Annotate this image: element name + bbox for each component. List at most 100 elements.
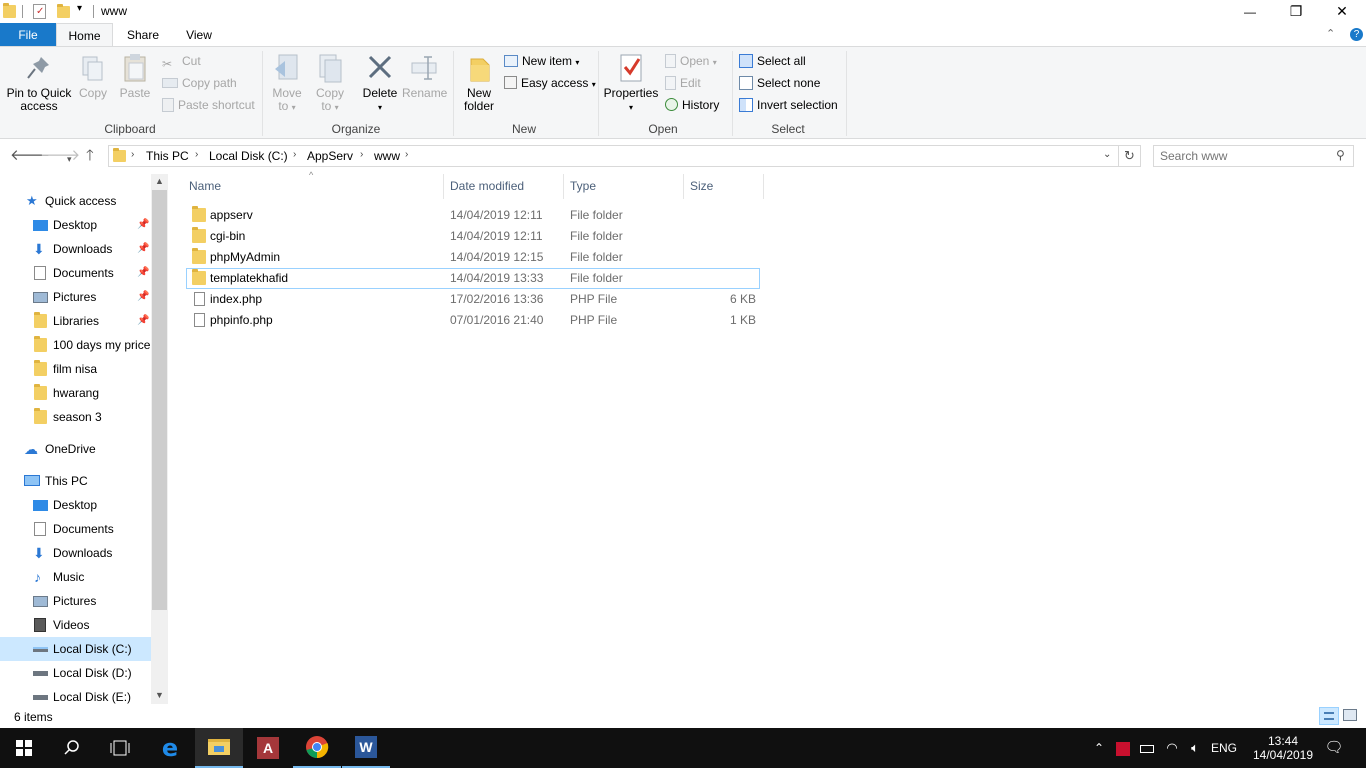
address-bar[interactable]: › This PC › Local Disk (C:) › AppServ › … [108, 145, 1119, 167]
tab-share[interactable]: Share [119, 23, 167, 47]
tab-home[interactable]: Home [56, 23, 113, 48]
nav-item-hwarang[interactable]: hwarang [0, 381, 151, 405]
copy-button[interactable]: Copy [76, 51, 110, 100]
cut-button[interactable]: ✂ Cut [162, 51, 201, 71]
scroll-down-icon[interactable]: ▼ [155, 690, 164, 700]
nav-pc-local-disk-d[interactable]: Local Disk (D:) [0, 661, 151, 685]
nav-item-documents[interactable]: Documents 📌 [0, 261, 151, 285]
clock[interactable]: 13:44 14/04/2019 [1248, 728, 1318, 768]
new-folder-button[interactable]: New folder [459, 51, 499, 113]
nav-quick-access[interactable]: ★ Quick access [0, 189, 151, 213]
breadcrumb-local-disk-c[interactable]: Local Disk (C:) [209, 149, 288, 163]
column-header-date-modified[interactable]: Date modified [444, 174, 564, 199]
properties-button[interactable]: Properties ▾ [603, 51, 659, 114]
file-row[interactable]: appserv 14/04/2019 12:11 File folder [186, 205, 760, 226]
chevron-right-icon[interactable]: › [293, 149, 296, 160]
pin-to-quick-access-button[interactable]: Pin to Quick access [5, 51, 73, 113]
scrollbar-thumb[interactable] [152, 190, 167, 610]
properties-icon[interactable]: ✓ [33, 4, 46, 19]
language-indicator[interactable]: ENG [1207, 728, 1241, 768]
column-header-type[interactable]: Type [564, 174, 684, 199]
customize-quick-access-icon[interactable]: ▾ [77, 3, 82, 14]
maximize-button[interactable]: ❐ [1273, 0, 1319, 23]
recent-locations-icon[interactable]: ▾ [67, 151, 72, 167]
tab-file[interactable]: File [0, 23, 56, 47]
details-view-icon[interactable] [1319, 707, 1339, 725]
rename-button[interactable]: Rename [402, 51, 447, 100]
forward-arrow-icon[interactable]: 🡒 [40, 148, 80, 164]
chevron-right-icon[interactable]: › [360, 149, 363, 160]
search-icon[interactable]: ⚲ [1336, 148, 1345, 162]
nav-pc-local-disk-e[interactable]: Local Disk (E:) [0, 685, 151, 704]
up-arrow-icon[interactable]: 🡑 [86, 148, 94, 164]
word-button[interactable]: W [342, 728, 390, 768]
battery-icon[interactable] [1137, 728, 1157, 768]
nav-pane-scrollbar[interactable]: ▲ ▼ [151, 174, 168, 704]
column-header-size[interactable]: Size [684, 174, 764, 199]
chevron-right-icon[interactable]: › [195, 149, 198, 160]
file-row[interactable]: cgi-bin 14/04/2019 12:11 File folder [186, 226, 760, 247]
file-row[interactable]: index.php 17/02/2016 13:36 PHP File 6 KB [186, 289, 760, 310]
breadcrumb-appserv[interactable]: AppServ [307, 149, 353, 163]
nav-this-pc[interactable]: This PC [0, 469, 151, 493]
access-button[interactable]: A [244, 728, 292, 768]
nav-item-film-nisa[interactable]: film nisa [0, 357, 151, 381]
tab-view[interactable]: View [173, 23, 225, 47]
scroll-up-icon[interactable]: ▲ [155, 176, 164, 186]
show-hidden-icons-chevron-icon[interactable]: ⌃ [1090, 728, 1108, 768]
history-button[interactable]: History [665, 95, 719, 115]
edit-button[interactable]: Edit [665, 73, 701, 93]
minimize-button[interactable]: — [1227, 0, 1273, 23]
invert-selection-button[interactable]: Invert selection [739, 95, 838, 115]
nav-pc-local-disk-c[interactable]: Local Disk (C:) [0, 637, 151, 661]
nav-item-desktop[interactable]: Desktop 📌 [0, 213, 151, 237]
chevron-right-icon[interactable]: › [131, 149, 134, 160]
search-box[interactable]: ⚲ [1153, 145, 1354, 167]
nav-item-libraries[interactable]: Libraries 📌 [0, 309, 151, 333]
nav-item-season-3[interactable]: season 3 [0, 405, 151, 429]
address-dropdown-icon[interactable]: ⌄ [1103, 149, 1111, 160]
nav-onedrive[interactable]: ☁ OneDrive [0, 437, 151, 461]
file-row-selected[interactable]: templatekhafid 14/04/2019 13:33 File fol… [186, 268, 760, 289]
file-row[interactable]: phpMyAdmin 14/04/2019 12:15 File folder [186, 247, 760, 268]
help-icon[interactable]: ? [1350, 28, 1363, 41]
start-button[interactable] [0, 728, 48, 768]
copy-path-button[interactable]: Copy path [162, 73, 237, 93]
nav-pc-downloads[interactable]: ⬇ Downloads [0, 541, 151, 565]
volume-icon[interactable]: 🔈︎ [1185, 728, 1205, 768]
large-icons-view-icon[interactable] [1343, 709, 1357, 721]
breadcrumb-www[interactable]: www [374, 149, 400, 163]
ribbon-collapse-icon[interactable]: ⌃ [1326, 27, 1335, 40]
breadcrumb-this-pc[interactable]: This PC [146, 149, 189, 163]
select-none-button[interactable]: Select none [739, 73, 820, 93]
nav-pc-desktop[interactable]: Desktop [0, 493, 151, 517]
nav-item-100-days-my-price[interactable]: 100 days my price [0, 333, 151, 357]
close-button[interactable]: ✕ [1319, 0, 1365, 23]
paste-shortcut-button[interactable]: Paste shortcut [162, 95, 255, 115]
nav-item-pictures[interactable]: Pictures 📌 [0, 285, 151, 309]
search-input[interactable] [1160, 149, 1330, 163]
select-all-button[interactable]: Select all [739, 51, 806, 71]
delete-button[interactable]: Delete ▾ [360, 51, 400, 114]
move-to-button[interactable]: Move to ▾ [268, 51, 306, 114]
easy-access-button[interactable]: Easy access ▾ [504, 73, 596, 93]
chrome-button[interactable] [293, 728, 341, 768]
action-center-icon[interactable]: 🗨︎ [1320, 728, 1348, 768]
wifi-icon[interactable]: ◠ [1161, 728, 1183, 768]
nav-pc-pictures[interactable]: Pictures [0, 589, 151, 613]
edge-button[interactable]: e [146, 728, 194, 768]
new-folder-icon[interactable] [57, 4, 70, 18]
file-explorer-button[interactable] [195, 728, 243, 768]
open-button[interactable]: Open ▾ [665, 51, 717, 71]
refresh-button[interactable]: ↻ [1119, 145, 1141, 167]
antivirus-tray-icon[interactable] [1113, 728, 1133, 768]
paste-button[interactable]: Paste [117, 51, 153, 100]
nav-item-downloads[interactable]: ⬇ Downloads 📌 [0, 237, 151, 261]
search-button[interactable] [48, 728, 96, 768]
nav-pc-videos[interactable]: Videos [0, 613, 151, 637]
task-view-button[interactable] [96, 728, 144, 768]
chevron-right-icon[interactable]: › [405, 149, 408, 160]
nav-pc-music[interactable]: ♪ Music [0, 565, 151, 589]
column-header-name[interactable]: Name [183, 174, 444, 199]
file-row[interactable]: phpinfo.php 07/01/2016 21:40 PHP File 1 … [186, 310, 760, 331]
